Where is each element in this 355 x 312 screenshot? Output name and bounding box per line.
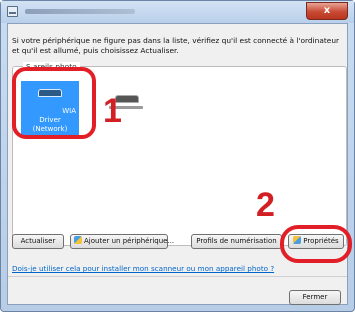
close-window-button[interactable]: x xyxy=(306,2,348,20)
shield-icon xyxy=(74,236,82,244)
add-device-label: Ajouter un périphérique... xyxy=(84,237,175,245)
scanner-dialog-window: x Si votre périphérique ne figure pas da… xyxy=(0,0,355,312)
help-link[interactable]: Dois-je utiliser cela pour installer mon… xyxy=(12,264,274,273)
refresh-button[interactable]: Actualiser xyxy=(12,234,64,249)
title-bar: x xyxy=(1,1,354,23)
scan-profiles-button[interactable]: Profils de numérisation xyxy=(191,234,282,249)
scanner-app-icon xyxy=(7,6,18,17)
add-device-button[interactable]: Ajouter un périphérique... xyxy=(70,234,174,249)
window-title-blurred xyxy=(25,9,135,14)
close-button[interactable]: Fermer xyxy=(289,290,341,305)
step2-number: 2 xyxy=(256,186,275,224)
step1-highlight-ring xyxy=(12,67,96,139)
step1-number: 1 xyxy=(103,92,122,130)
step2-highlight-ring xyxy=(280,225,352,263)
divider xyxy=(8,276,347,277)
instruction-text: Si votre périphérique ne figure pas dans… xyxy=(12,36,340,55)
